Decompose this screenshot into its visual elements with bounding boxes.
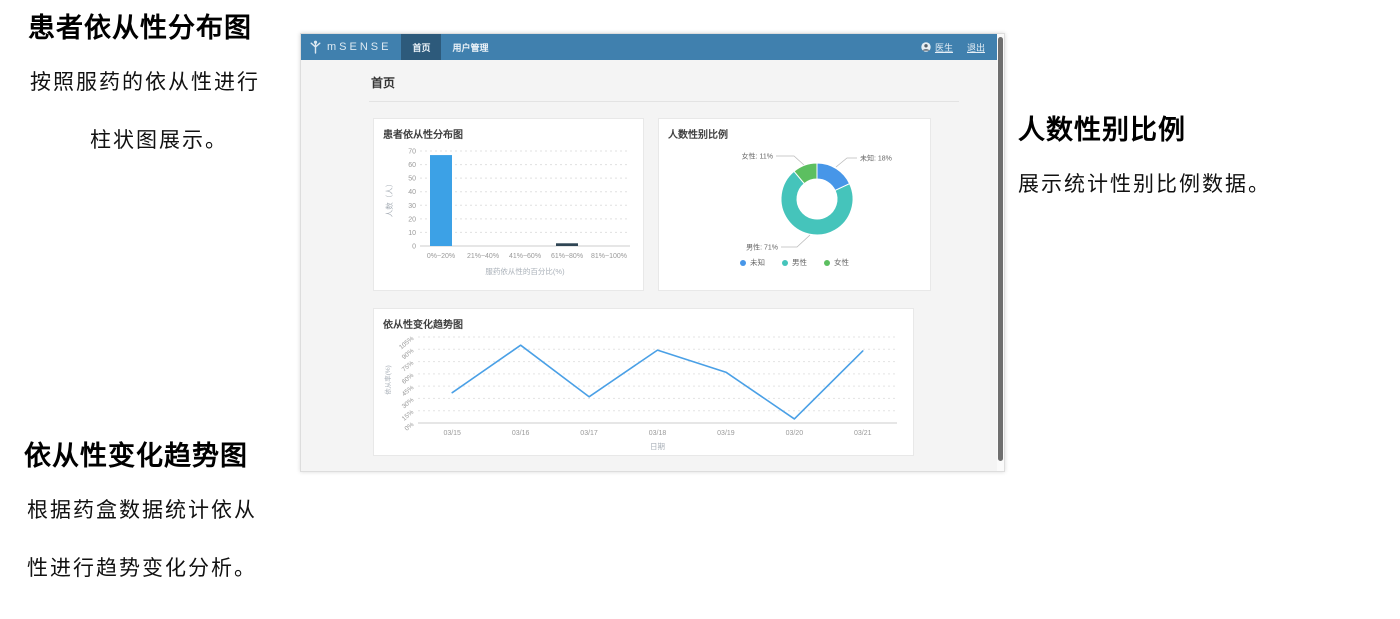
- app-window: mSENSE 首页 用户管理 医生 退出 首页 患者依从性分布图: [300, 33, 1005, 472]
- svg-text:未知: 18%: 未知: 18%: [860, 154, 892, 163]
- nav-tab-home[interactable]: 首页: [401, 34, 441, 60]
- svg-text:依从率(%): 依从率(%): [383, 365, 392, 395]
- svg-text:45%: 45%: [401, 384, 416, 398]
- scrollbar-track[interactable]: [997, 34, 1004, 471]
- svg-text:60: 60: [408, 162, 416, 169]
- annotation-trend-line1: 根据药盒数据统计依从: [27, 494, 257, 524]
- svg-text:30: 30: [408, 203, 416, 210]
- svg-text:50: 50: [408, 176, 416, 183]
- bar-chart: 0 10 20 30 40 50 60 70 0%~20% 21%~40% 41%~60% 61%~8…: [382, 141, 637, 288]
- legend-item-unknown[interactable]: 未知: [740, 257, 765, 268]
- svg-text:60%: 60%: [401, 372, 416, 386]
- svg-text:日期: 日期: [650, 442, 665, 451]
- page-title: 首页: [371, 74, 395, 91]
- svg-text:40: 40: [408, 189, 416, 196]
- legend-item-female[interactable]: 女性: [824, 257, 849, 268]
- navbar: mSENSE 首页 用户管理 医生 退出: [301, 34, 999, 60]
- svg-text:服药依从性的百分比(%): 服药依从性的百分比(%): [485, 266, 565, 276]
- svg-text:03/20: 03/20: [786, 430, 804, 437]
- scrollbar-thumb[interactable]: [998, 37, 1003, 461]
- panel-gender-ratio: 人数性别比例 未知: 18%男性: 71%女性: 11% 未知 男性 女性: [658, 118, 931, 291]
- bar-chart-title: 患者依从性分布图: [383, 126, 463, 141]
- navbar-right: 医生 退出: [921, 34, 999, 60]
- avatar-icon: [921, 42, 931, 52]
- svg-text:03/19: 03/19: [717, 430, 735, 437]
- panel-adherence-trend: 依从性变化趋势图 0%15%30%45%60%75%90%105%03/1503…: [373, 308, 914, 456]
- svg-text:0%: 0%: [404, 421, 416, 433]
- legend-dot-male: [782, 260, 788, 266]
- svg-text:人数（人）: 人数（人）: [384, 180, 394, 218]
- legend-dot-female: [824, 260, 830, 266]
- logout-link[interactable]: 退出: [967, 41, 985, 54]
- annotation-trend-line2: 性进行趋势变化分析。: [27, 552, 257, 582]
- annotation-bar-title: 患者依从性分布图: [28, 6, 252, 45]
- donut-chart: 未知: 18% 男性: 71% 女性: 11%: [667, 139, 924, 255]
- legend-label-male: 男性: [792, 257, 807, 268]
- brand-text: mSENSE: [327, 41, 391, 53]
- pie-legend: 未知 男性 女性: [659, 257, 930, 268]
- user-label: 医生: [935, 41, 953, 54]
- svg-text:70: 70: [408, 149, 416, 156]
- svg-text:30%: 30%: [401, 396, 416, 410]
- svg-text:0: 0: [412, 244, 416, 251]
- svg-text:75%: 75%: [401, 360, 416, 374]
- svg-text:女性: 11%: 女性: 11%: [742, 152, 773, 161]
- brand[interactable]: mSENSE: [301, 34, 401, 60]
- annotation-trend-title: 依从性变化趋势图: [24, 434, 248, 473]
- svg-text:03/15: 03/15: [443, 430, 461, 437]
- svg-text:15%: 15%: [401, 409, 416, 423]
- legend-label-female: 女性: [834, 257, 849, 268]
- legend-dot-unknown: [740, 260, 746, 266]
- nav-tab-user-management[interactable]: 用户管理: [441, 34, 499, 60]
- page: 患者依从性分布图 按照服药的依从性进行 柱状图展示。 依从性变化趋势图 根据药盒…: [0, 0, 1400, 619]
- panel-adherence-distribution: 患者依从性分布图 0 10 20 30 40 50 60 70 0%~20% 21%~40% 41%…: [373, 118, 644, 291]
- svg-text:21%~40%: 21%~40%: [467, 253, 499, 260]
- svg-text:03/21: 03/21: [854, 430, 872, 437]
- svg-text:10: 10: [408, 230, 416, 237]
- svg-text:0%~20%: 0%~20%: [427, 253, 455, 260]
- svg-text:41%~60%: 41%~60%: [509, 253, 541, 260]
- annotation-gender-line1: 展示统计性别比例数据。: [1018, 168, 1271, 198]
- line-chart: 0%15%30%45%60%75%90%105%03/1503/1603/170…: [382, 329, 907, 455]
- svg-text:03/16: 03/16: [512, 430, 530, 437]
- annotation-bar-line2: 柱状图展示。: [28, 124, 290, 154]
- annotation-bar-line1: 按照服药的依从性进行: [30, 66, 260, 96]
- legend-label-unknown: 未知: [750, 257, 765, 268]
- svg-text:105%: 105%: [398, 335, 415, 351]
- svg-text:81%~100%: 81%~100%: [591, 253, 627, 260]
- legend-item-male[interactable]: 男性: [782, 257, 807, 268]
- annotation-gender-title: 人数性别比例: [1018, 108, 1186, 147]
- svg-text:61%~80%: 61%~80%: [551, 253, 583, 260]
- page-separator: [369, 101, 959, 102]
- svg-text:男性: 71%: 男性: 71%: [746, 243, 778, 252]
- svg-text:20: 20: [408, 216, 416, 223]
- svg-text:03/18: 03/18: [649, 430, 667, 437]
- user-menu[interactable]: 医生: [921, 41, 953, 54]
- svg-text:03/17: 03/17: [580, 430, 598, 437]
- antenna-icon: [309, 40, 322, 55]
